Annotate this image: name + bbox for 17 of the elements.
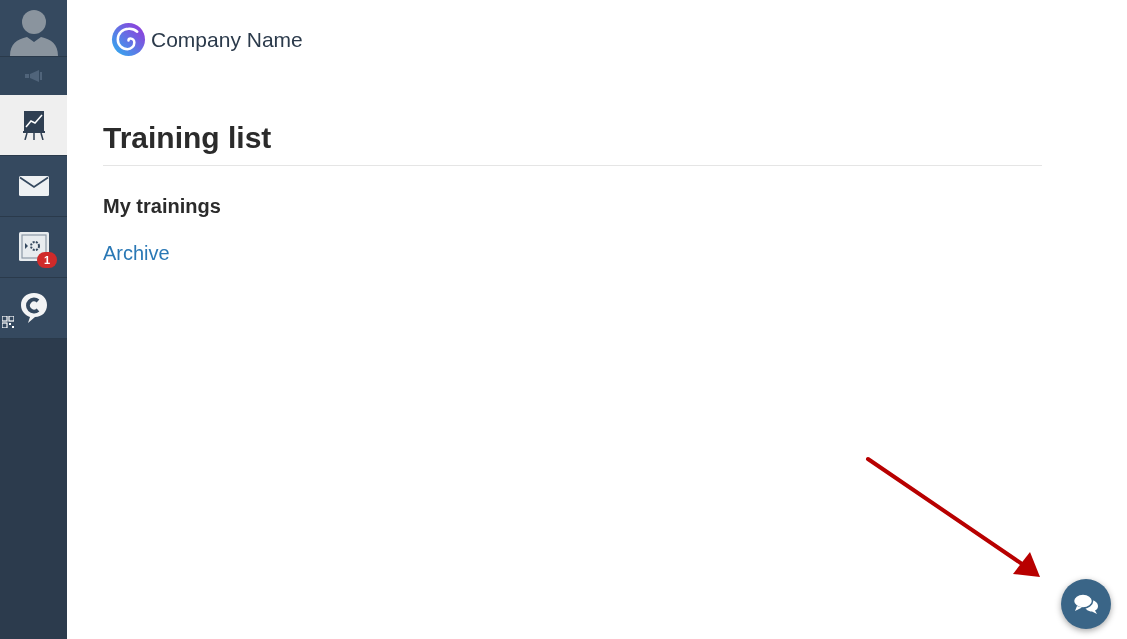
sidebar-item[interactable] [0,156,67,217]
speech-bubbles-icon [1073,593,1099,615]
notification-badge: 1 [37,252,57,268]
sidebar-item[interactable] [0,278,67,339]
safe-icon [18,232,49,262]
chat-button[interactable] [1061,579,1111,629]
easel-chart-icon [22,110,45,140]
qr-code-icon [2,316,14,328]
company-name: Company Name [151,26,303,53]
envelope-icon [18,176,49,196]
archive-link[interactable]: Archive [103,241,170,265]
chat-c-icon [19,292,48,324]
sidebar-item[interactable] [0,95,67,156]
sidebar-item[interactable]: 1 [0,217,67,278]
section-heading: My trainings [103,194,221,218]
page-title: Training list [103,120,272,156]
spiral-logo-icon [111,22,146,57]
